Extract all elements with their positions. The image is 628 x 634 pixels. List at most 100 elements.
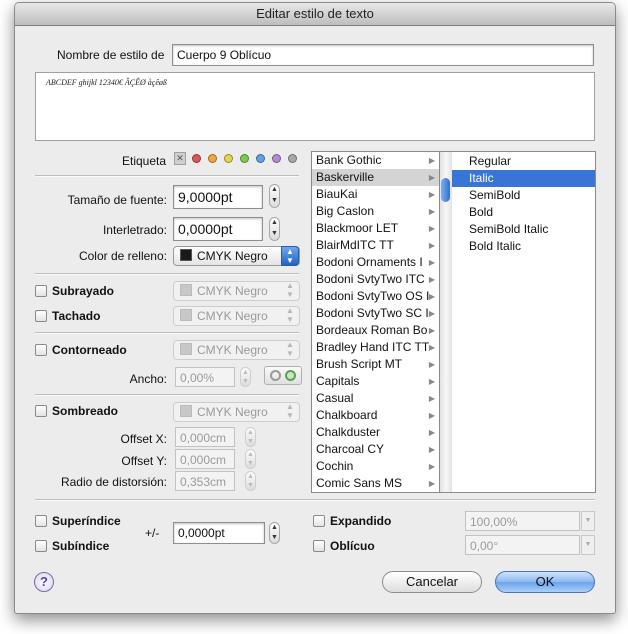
font-family-item[interactable]: Bodoni Ornaments I ▶ [312,254,439,271]
font-face-list[interactable]: Regular Italic SemiBold Bold SemiBold Italic… [452,151,596,493]
scrollbar-thumb[interactable] [441,178,450,202]
step-down-icon[interactable]: ▼ [241,377,250,386]
step-up-icon[interactable]: ▲ [270,185,279,196]
font-family-item[interactable]: Bodoni SvtyTwo SC I ▶ [312,305,439,322]
font-family-item[interactable]: Comic Sans MS ▶ [312,475,439,492]
expanded-dropdown-icon[interactable]: ▼ [581,511,595,531]
font-face-item[interactable]: Italic [452,170,595,187]
font-family-item[interactable]: Chalkboard ▶ [312,407,439,424]
font-family-item[interactable]: Brush Script MT ▶ [312,356,439,373]
font-face-item[interactable]: Regular [452,153,595,170]
font-face-item[interactable]: SemiBold [452,187,595,204]
shadow-checkbox[interactable] [35,405,47,417]
step-up-icon[interactable]: ▲ [246,428,255,437]
shadow-offset-y-field[interactable]: 0,000cm [175,449,235,469]
separator [35,175,299,177]
font-family-item[interactable]: Baskerville ▶ [312,169,439,186]
shadow-blur-field[interactable]: 0,353cm [175,471,235,491]
strike-checkbox[interactable] [35,310,47,322]
shadow-offset-x-stepper[interactable]: ▲ ▼ [245,427,256,447]
font-family-item[interactable]: BlairMdITC TT ▶ [312,237,439,254]
font-family-name: Big Caslon [316,204,375,218]
step-up-icon[interactable]: ▲ [270,218,279,229]
step-up-icon[interactable]: ▲ [246,450,255,459]
step-up-icon[interactable]: ▲ [241,368,250,377]
label-color-dot[interactable] [288,154,297,163]
style-name-field[interactable]: Cuerpo 9 Oblícuo [172,44,594,66]
oblique-dropdown-icon[interactable]: ▼ [581,535,595,555]
font-family-name: Bodoni Ornaments I [316,255,423,269]
font-family-item[interactable]: Bradley Hand ITC TT ▶ [312,339,439,356]
outline-width-stepper[interactable]: ▲ ▼ [240,367,251,387]
step-up-icon[interactable]: ▲ [270,523,279,533]
label-color-dot[interactable] [240,154,249,163]
font-family-name: BlairMdITC TT [316,238,394,252]
font-family-name: Chalkboard [316,408,378,422]
outline-inside-icon[interactable] [285,370,296,381]
font-face-item[interactable]: SemiBold Italic [452,221,595,238]
font-list-scrollbar[interactable] [440,151,452,493]
font-size-field[interactable]: 9,0000pt [173,185,263,209]
font-family-item[interactable]: Capitals ▶ [312,373,439,390]
strike-color-popup[interactable]: CMYK Negro ▲ ▼ [173,306,300,326]
separator [35,332,299,334]
baseline-shift-field[interactable]: 0,0000pt [173,522,265,544]
outline-width-field[interactable]: 0,00% [175,367,235,387]
tracking-stepper[interactable]: ▲ ▼ [269,217,280,241]
outline-outside-icon[interactable] [270,370,281,381]
color-swatch [180,405,192,417]
expanded-field[interactable]: 100,00% [465,511,580,531]
font-face-item[interactable]: Bold [452,204,595,221]
step-down-icon[interactable]: ▼ [270,196,279,207]
superscript-checkbox[interactable] [35,515,47,527]
shadow-blur-stepper[interactable]: ▲ ▼ [245,471,256,491]
ok-button[interactable]: OK [495,571,595,593]
underline-checkbox[interactable] [35,285,47,297]
font-family-item[interactable]: Charcoal CY ▶ [312,441,439,458]
label-color-dot[interactable] [208,154,217,163]
label-color-dot[interactable] [256,154,265,163]
font-family-item[interactable]: Chalkduster ▶ [312,424,439,441]
tracking-field[interactable]: 0,0000pt [173,217,263,241]
font-family-item[interactable]: BiauKai ▶ [312,186,439,203]
label-color-dot[interactable] [272,154,281,163]
shadow-offset-x-field[interactable]: 0,000cm [175,427,235,447]
font-family-item[interactable]: Casual ▶ [312,390,439,407]
font-family-item[interactable]: Blackmoor LET ▶ [312,220,439,237]
label-color-dot[interactable] [224,154,233,163]
oblique-field[interactable]: 0,00° [465,535,580,555]
font-face-item[interactable]: Bold Italic [452,238,595,255]
subscript-checkbox[interactable] [35,540,47,552]
fill-color-popup[interactable]: CMYK Negro ▲ ▼ [173,246,300,266]
shadow-color-popup[interactable]: CMYK Negro ▲ ▼ [173,402,300,422]
oblique-checkbox[interactable] [313,540,325,552]
step-down-icon[interactable]: ▼ [246,481,255,490]
outline-checkbox[interactable] [35,344,47,356]
label-none-button[interactable]: ✕ [174,152,186,165]
help-button[interactable]: ? [34,572,54,592]
baseline-shift-stepper[interactable]: ▲ ▼ [269,522,280,544]
outline-style-toggle[interactable] [264,366,302,385]
outline-color-popup[interactable]: CMYK Negro ▲ ▼ [173,340,300,360]
font-family-item[interactable]: Cochin ▶ [312,458,439,475]
cancel-button[interactable]: Cancelar [382,571,482,593]
font-size-label: Tamaño de fuente: [67,193,167,207]
font-family-item[interactable]: Bank Gothic ▶ [312,152,439,169]
submenu-arrow-icon: ▶ [428,156,435,165]
subscript-label: Subíndice [52,539,110,553]
font-family-list[interactable]: Bank Gothic ▶ Baskerville ▶ BiauKai ▶ Big Casl… [311,151,440,493]
step-down-icon[interactable]: ▼ [270,229,279,240]
step-down-icon[interactable]: ▼ [246,437,255,446]
font-family-item[interactable]: Big Caslon ▶ [312,203,439,220]
font-size-stepper[interactable]: ▲ ▼ [269,184,280,208]
font-family-item[interactable]: Bodoni SvtyTwo ITC ▶ [312,271,439,288]
expanded-checkbox[interactable] [313,515,325,527]
shadow-offset-y-stepper[interactable]: ▲ ▼ [245,449,256,469]
font-family-item[interactable]: Bordeaux Roman Bo ▶ [312,322,439,339]
underline-color-popup[interactable]: CMYK Negro ▲ ▼ [173,281,300,301]
font-family-item[interactable]: Bodoni SvtyTwo OS I ▶ [312,288,439,305]
step-down-icon[interactable]: ▼ [246,459,255,468]
step-up-icon[interactable]: ▲ [246,472,255,481]
label-color-dot[interactable] [192,154,201,163]
step-down-icon[interactable]: ▼ [270,533,279,543]
